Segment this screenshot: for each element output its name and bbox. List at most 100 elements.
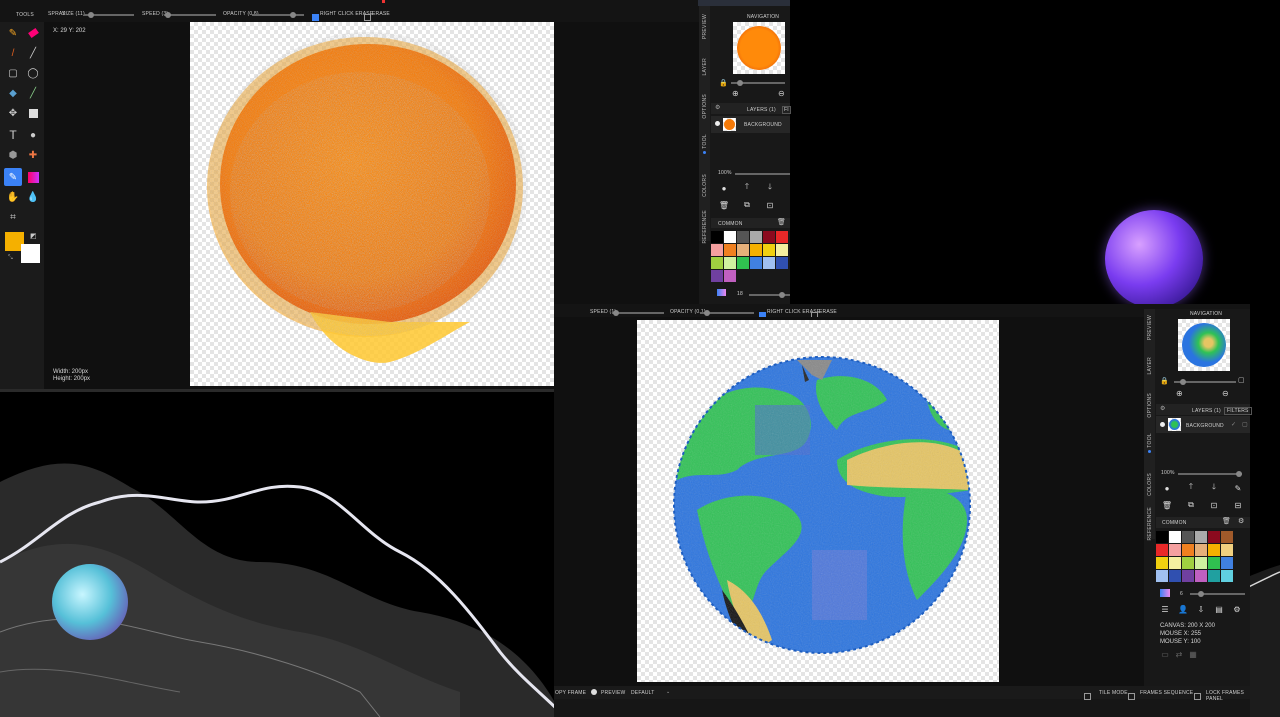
zoom-in-icon[interactable]: ⊕ bbox=[732, 89, 739, 98]
dropper-tool-icon[interactable]: 💧 bbox=[26, 190, 40, 204]
palette-swatch[interactable] bbox=[1182, 570, 1194, 582]
layer-visibility-icon[interactable] bbox=[715, 121, 720, 126]
opacity-slider[interactable] bbox=[252, 12, 304, 18]
add-layer-icon[interactable]: ● bbox=[719, 183, 729, 193]
palette-swatch[interactable] bbox=[1182, 557, 1194, 569]
fit-icon-2[interactable]: ▢ bbox=[1238, 376, 1245, 384]
layer-options-icon[interactable]: ⚙ bbox=[715, 104, 720, 111]
palette-swatch[interactable] bbox=[724, 244, 736, 256]
gradient-tool-icon[interactable] bbox=[26, 170, 40, 184]
palette-delete-icon-2[interactable]: 🗑 bbox=[1222, 517, 1231, 525]
palette-swatch[interactable] bbox=[1208, 570, 1220, 582]
rectangle-tool-icon[interactable]: ▢ bbox=[6, 66, 20, 80]
share-icon-2[interactable]: ⇄ bbox=[1174, 649, 1184, 659]
palette-swatch[interactable] bbox=[1195, 544, 1207, 556]
palette-swatch[interactable] bbox=[724, 231, 736, 243]
palette-swatch[interactable] bbox=[1156, 531, 1168, 543]
palette-swatch[interactable] bbox=[776, 231, 788, 243]
swap-colors-icon[interactable]: ◩ bbox=[30, 232, 37, 240]
palette-size-slider-2[interactable] bbox=[1190, 591, 1245, 597]
pin-tool-icon[interactable]: ✚ bbox=[26, 148, 40, 162]
reset-colors-icon[interactable]: ⤡ bbox=[8, 255, 13, 262]
palette-settings-icon-2[interactable]: ⚙ bbox=[1238, 517, 1244, 525]
tab-tool-2[interactable]: TOOL bbox=[1147, 433, 1153, 448]
tab-layer[interactable]: LAYER bbox=[702, 58, 708, 76]
delete-layer-icon[interactable]: 🗑 bbox=[719, 200, 729, 210]
dodge-tool-icon[interactable]: ● bbox=[26, 128, 40, 142]
add-layer-icon-2[interactable]: ● bbox=[1162, 483, 1172, 493]
delete-layer-icon-2[interactable]: 🗑 bbox=[1162, 500, 1172, 510]
navigation-preview[interactable] bbox=[733, 22, 785, 74]
size-slider[interactable] bbox=[84, 12, 134, 18]
speed-slider[interactable] bbox=[164, 12, 216, 18]
palette-edit-icon[interactable] bbox=[717, 289, 726, 296]
filters-button[interactable]: FI bbox=[782, 106, 791, 114]
palette-swatch[interactable] bbox=[1195, 531, 1207, 543]
move-layer-down-icon[interactable]: 🡓 bbox=[765, 182, 775, 193]
palette-swatches[interactable] bbox=[711, 231, 790, 283]
palette-swatch[interactable] bbox=[1182, 531, 1194, 543]
lock-icon[interactable]: 🔒 bbox=[719, 79, 728, 87]
palette-swatch[interactable] bbox=[737, 244, 749, 256]
palette-swatch[interactable] bbox=[1221, 531, 1233, 543]
file-icon-2[interactable]: ▤ bbox=[1214, 604, 1224, 614]
palette-swatch[interactable] bbox=[1169, 557, 1181, 569]
palette-swatch[interactable] bbox=[711, 270, 723, 282]
opacity-slider-2[interactable] bbox=[700, 310, 754, 316]
palette-swatch[interactable] bbox=[776, 244, 788, 256]
palette-swatch[interactable] bbox=[737, 231, 749, 243]
palette-swatch[interactable] bbox=[1221, 544, 1233, 556]
nav-zoom-slider-2[interactable] bbox=[1174, 379, 1236, 385]
palette-swatch[interactable] bbox=[1195, 570, 1207, 582]
tab-layer-2[interactable]: LAYER bbox=[1147, 357, 1153, 375]
lock-frames-panel-checkbox[interactable] bbox=[1194, 688, 1203, 706]
layer-edit-icon-2[interactable]: ✓ bbox=[1231, 421, 1236, 428]
palette-swatch[interactable] bbox=[1208, 557, 1220, 569]
duplicate-layer-icon[interactable]: ⧉ bbox=[742, 200, 752, 210]
palette-swatch[interactable] bbox=[750, 244, 762, 256]
tab-colors[interactable]: COLORS bbox=[702, 174, 708, 197]
move-layer-down-icon-2[interactable]: 🡓 bbox=[1209, 482, 1219, 493]
preview-toggle-icon[interactable] bbox=[591, 689, 597, 695]
bucket-tool-icon[interactable]: ◆ bbox=[6, 86, 20, 100]
layer-visibility-icon-2[interactable] bbox=[1160, 422, 1165, 427]
zoom-out-icon-2[interactable]: ⊖ bbox=[1222, 389, 1229, 398]
drawing-canvas[interactable] bbox=[190, 22, 554, 386]
palette-swatch[interactable] bbox=[1195, 557, 1207, 569]
palette-swatch[interactable] bbox=[1182, 544, 1194, 556]
list-view-icon-2[interactable]: ☰ bbox=[1160, 604, 1170, 614]
zoom-in-icon-2[interactable]: ⊕ bbox=[1176, 389, 1183, 398]
secondary-color-swatch[interactable] bbox=[21, 244, 40, 263]
ellipse-tool-icon[interactable]: ◯ bbox=[26, 66, 40, 80]
tab-preview-2[interactable]: PREVIEW bbox=[1147, 315, 1153, 340]
palette-swatch[interactable] bbox=[1221, 557, 1233, 569]
move-layer-up-icon-2[interactable]: 🡑 bbox=[1186, 482, 1196, 493]
merge-layer-icon-2[interactable]: ⊡ bbox=[1209, 500, 1219, 510]
tab-reference[interactable]: REFERENCE bbox=[702, 210, 708, 244]
spray-tool-icon[interactable]: ✎ bbox=[4, 168, 22, 186]
select-tool-icon[interactable] bbox=[26, 106, 40, 120]
hand-tool-icon[interactable]: ✋ bbox=[6, 190, 20, 204]
layer-more-icon-2[interactable]: ▢ bbox=[1242, 421, 1248, 428]
brush-tool-icon[interactable]: / bbox=[6, 46, 20, 60]
default-dropdown[interactable]: DEFAULT bbox=[631, 690, 655, 696]
picker-line-tool-icon[interactable]: ╱ bbox=[26, 86, 40, 100]
palette-swatch[interactable] bbox=[711, 244, 723, 256]
export-icon-2[interactable]: ⇩ bbox=[1196, 604, 1206, 614]
palette-swatch[interactable] bbox=[1169, 531, 1181, 543]
grid-icon-2[interactable]: ▭ bbox=[1160, 649, 1170, 659]
palette-swatch[interactable] bbox=[711, 257, 723, 269]
speed-slider-2[interactable] bbox=[612, 310, 664, 316]
text-tool-icon[interactable]: T bbox=[6, 128, 20, 142]
palette-size-slider[interactable] bbox=[749, 292, 790, 298]
palette-swatch[interactable] bbox=[711, 231, 723, 243]
nav-zoom-slider[interactable] bbox=[731, 80, 785, 86]
navigation-preview-2[interactable] bbox=[1178, 319, 1230, 371]
move-tool-icon[interactable]: ✥ bbox=[6, 106, 20, 120]
lock-icon-2[interactable]: 🔒 bbox=[1160, 377, 1169, 385]
palette-swatch[interactable] bbox=[750, 257, 762, 269]
palette-swatch[interactable] bbox=[724, 257, 736, 269]
palette-delete-icon[interactable]: 🗑 bbox=[777, 218, 786, 226]
palette-swatch[interactable] bbox=[750, 231, 762, 243]
drawing-canvas-2[interactable] bbox=[637, 320, 999, 682]
